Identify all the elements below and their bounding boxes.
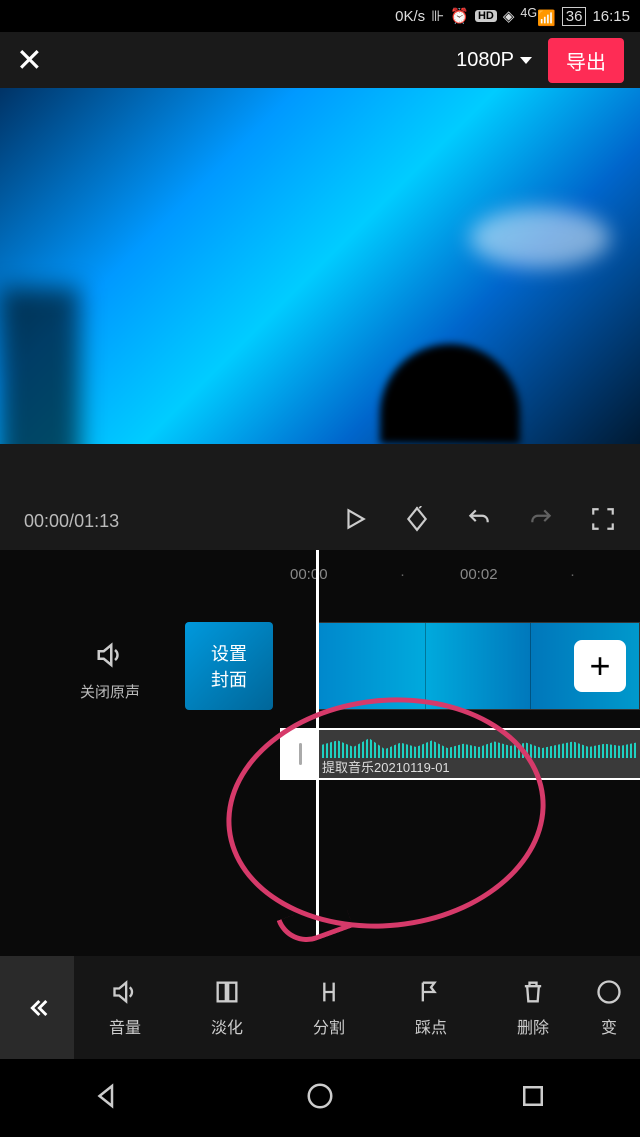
signal-icon: 4G📶 [520,6,555,27]
play-button[interactable] [342,506,368,537]
tool-label: 音量 [109,1014,141,1038]
resolution-selector[interactable]: 1080P [456,49,532,72]
ruler-tick-1: 00:02 [460,566,498,583]
timeline-ruler[interactable]: 00:00 · 00:02 · [0,550,640,598]
resolution-label: 1080P [456,49,514,72]
close-button[interactable]: ✕ [16,41,43,79]
redo-button[interactable] [528,506,554,537]
tool-label: 变 [601,1014,617,1038]
battery-icon: 36 [562,7,587,26]
annotation-circle [215,682,557,944]
top-bar: ✕ 1080P 导出 [0,32,640,88]
cover-label: 设置 封面 [211,640,247,692]
hd-icon: HD [475,10,497,22]
mute-label: 关闭原声 [80,681,140,702]
undo-button[interactable] [466,506,492,537]
audio-clip-handle-left[interactable] [282,730,318,778]
tool-label: 踩点 [415,1014,447,1038]
keyframe-button[interactable] [404,506,430,537]
split-icon [315,978,343,1006]
vibrate-icon: ⊪ [431,7,444,25]
ruler-tick-0: 00:00 [290,566,328,583]
speaker-icon [95,640,125,670]
audio-clip-label: 提取音乐20210119-01 [322,757,636,776]
tool-label: 淡化 [211,1014,243,1038]
tool-fade[interactable]: 淡化 [176,978,278,1038]
tool-volume[interactable]: 音量 [74,978,176,1038]
mute-original-audio[interactable]: 关闭原声 [80,640,140,702]
system-nav-bar [0,1059,640,1137]
total-time: 01:13 [74,511,119,531]
annotation-tail [277,897,354,951]
playback-controls: 00:00/01:13 [0,492,640,550]
video-preview[interactable] [0,88,640,444]
export-button[interactable]: 导出 [548,38,624,83]
status-bar: 0K/s ⊪ ⏰ HD ◈ 4G📶 36 16:15 [0,0,640,32]
current-time: 00:00 [24,511,69,531]
ruler-dot: · [570,566,575,583]
delete-icon [519,978,547,1006]
nav-back[interactable] [92,1081,122,1116]
wifi-icon: ◈ [503,7,515,25]
tool-split[interactable]: 分割 [278,978,380,1038]
audio-waveform [322,736,636,758]
tool-transform[interactable]: 变 [584,978,634,1038]
alarm-icon: ⏰ [450,7,469,25]
nav-home[interactable] [305,1081,335,1116]
tool-label: 分割 [313,1014,345,1038]
tool-beat[interactable]: 踩点 [380,978,482,1038]
beat-icon [417,978,445,1006]
audio-clip[interactable]: 提取音乐20210119-01 [280,728,640,780]
timeline[interactable]: 关闭原声 设置 封面 + 提取音乐20210119-01 [0,598,640,956]
time-display: 00:00/01:13 [24,511,318,532]
add-clip-button[interactable]: + [574,640,626,692]
spacer [0,444,640,492]
ruler-dot: · [400,566,405,583]
nav-recent[interactable] [518,1081,548,1116]
bottom-toolbar: 音量 淡化 分割 踩点 删除 变 [0,956,640,1059]
transform-icon [595,978,623,1006]
tool-delete[interactable]: 删除 [482,978,584,1038]
fade-icon [213,978,241,1006]
playhead[interactable] [316,550,319,938]
network-speed: 0K/s [395,8,425,25]
tool-label: 删除 [517,1014,549,1038]
volume-icon [111,978,139,1006]
clock: 16:15 [592,8,630,25]
set-cover-button[interactable]: 设置 封面 [185,622,273,710]
collapse-toolbar-button[interactable] [0,956,74,1059]
fullscreen-button[interactable] [590,506,616,537]
